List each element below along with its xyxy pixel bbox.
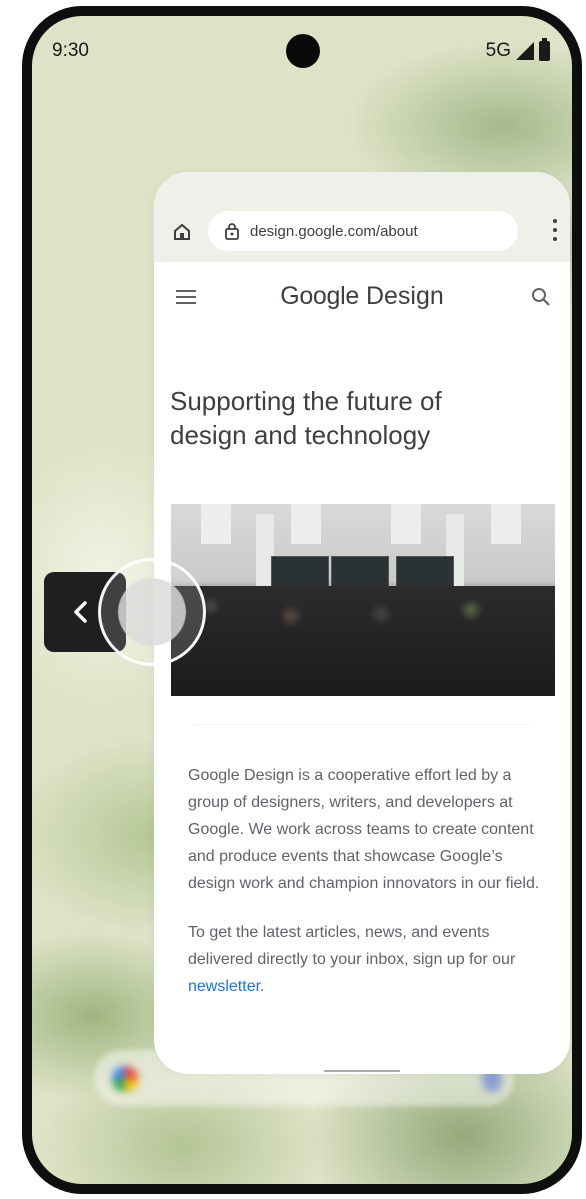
battery-icon bbox=[539, 38, 550, 61]
about-text: Google Design is a cooperative effort le… bbox=[188, 762, 543, 1022]
gesture-handle bbox=[324, 1070, 400, 1072]
status-time: 9:30 bbox=[52, 40, 89, 61]
page-headline: Supporting the future of design and tech… bbox=[170, 384, 510, 452]
chevron-left-icon bbox=[74, 601, 87, 623]
google-g-icon bbox=[112, 1066, 138, 1092]
conference-photo bbox=[171, 504, 555, 696]
headline-line-2: design and technology bbox=[170, 420, 431, 450]
logo-design: Design bbox=[365, 282, 444, 310]
address-bar[interactable]: design.google.com/about bbox=[208, 211, 518, 251]
search-icon[interactable] bbox=[530, 286, 552, 308]
phone-screen: 9:30 5G design.google.com/about Google D… bbox=[32, 16, 572, 1184]
front-camera bbox=[286, 34, 320, 68]
lock-icon bbox=[225, 223, 239, 240]
google-design-logo[interactable]: Google Design bbox=[154, 282, 570, 311]
home-icon[interactable] bbox=[172, 222, 192, 242]
paragraph-2-text: To get the latest articles, news, and ev… bbox=[188, 924, 516, 968]
about-paragraph-2: To get the latest articles, news, and ev… bbox=[188, 919, 543, 1000]
more-vert-icon[interactable] bbox=[552, 219, 558, 241]
signal-icon bbox=[516, 42, 534, 60]
site-header: Google Design bbox=[154, 262, 570, 332]
newsletter-link[interactable]: newsletter bbox=[188, 978, 260, 995]
logo-google: Google bbox=[280, 282, 360, 310]
phone-frame: 9:30 5G design.google.com/about Google D… bbox=[22, 6, 582, 1194]
about-paragraph-1: Google Design is a cooperative effort le… bbox=[188, 767, 540, 892]
headline-line-1: Supporting the future of bbox=[170, 386, 442, 416]
browser-card[interactable]: design.google.com/about Google Design Su… bbox=[154, 172, 570, 1074]
divider bbox=[194, 724, 530, 725]
status-icons: 5G bbox=[485, 38, 550, 62]
browser-toolbar: design.google.com/about bbox=[154, 172, 570, 262]
paragraph-2-end: . bbox=[260, 978, 265, 995]
network-label: 5G bbox=[485, 40, 511, 61]
touch-indicator bbox=[98, 558, 206, 666]
url-text: design.google.com/about bbox=[250, 222, 418, 240]
